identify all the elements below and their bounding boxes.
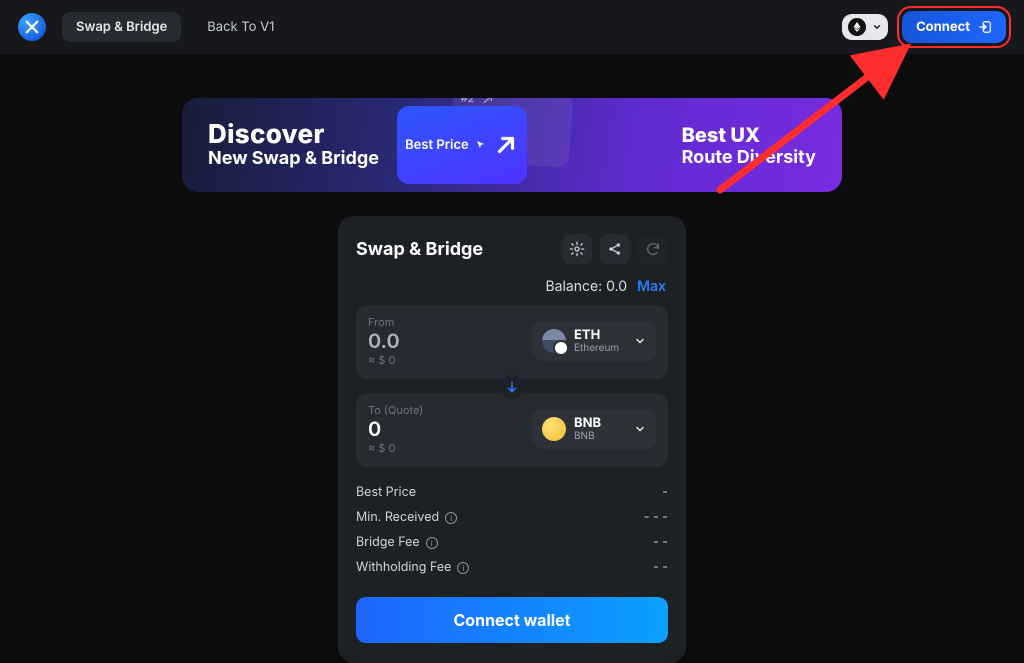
banner-right-1: Best UX [682, 123, 816, 147]
best-price-value: - [662, 485, 668, 500]
min-received-value: - - - [644, 510, 668, 525]
from-amount-input[interactable]: 0.0 [368, 331, 522, 351]
arrow-up-right-icon [493, 132, 519, 158]
to-row: To (Quote) 0 ≈ $ 0 BNB BNB [356, 393, 668, 467]
from-token-symbol: ETH [574, 329, 619, 343]
panel-title: Swap & Bridge [356, 239, 483, 260]
to-label: To (Quote) [368, 403, 522, 417]
from-usd: ≈ $ 0 [368, 353, 522, 367]
info-icon[interactable]: i [426, 537, 438, 549]
settings-button[interactable] [562, 234, 592, 264]
chevron-down-icon [634, 335, 646, 347]
bridge-fee-label: Bridge Fee [356, 535, 420, 550]
withholding-fee-value: - - [653, 560, 668, 575]
promo-banner[interactable]: Discover New Swap & Bridge #2 Best Price… [182, 98, 842, 192]
network-selector[interactable] [842, 14, 888, 40]
quote-meta: Best Price - Min. Received i - - - Bridge… [356, 485, 668, 575]
eth-icon [542, 329, 566, 353]
connect-button[interactable]: Connect [902, 11, 1006, 43]
best-price-label: Best Price [356, 485, 416, 500]
app-header: Swap & Bridge Back To V1 Connect [0, 0, 1024, 54]
logo-icon [23, 18, 41, 36]
info-icon[interactable]: i [445, 512, 457, 524]
to-token-symbol: BNB [574, 417, 601, 431]
refresh-button [638, 234, 668, 264]
refresh-icon [645, 241, 661, 257]
to-token-chain: BNB [574, 431, 601, 442]
gear-icon [569, 241, 585, 257]
banner-card-front: Best Price [397, 106, 527, 184]
from-row: From 0.0 ≈ $ 0 ETH Ethereum [356, 305, 668, 379]
bridge-fee-value: - - [653, 535, 668, 550]
ethereum-icon [848, 18, 866, 36]
to-token-selector[interactable]: BNB BNB [532, 409, 656, 449]
balance-value: Balance: 0.0 [545, 278, 627, 295]
banner-subtitle: New Swap & Bridge [208, 149, 379, 169]
swap-direction-button[interactable] [500, 375, 524, 399]
from-token-chain: Ethereum [574, 343, 619, 354]
to-amount: 0 [368, 419, 522, 439]
max-button[interactable]: Max [637, 278, 666, 295]
chevron-down-icon [634, 423, 646, 435]
banner-title: Discover [208, 121, 379, 150]
cursor-icon [475, 139, 487, 151]
app-logo[interactable] [18, 13, 46, 41]
swap-panel: Swap & Bridge Balance: 0.0 Max From 0.0 … [338, 216, 686, 663]
balance-row: Balance: 0.0 Max [358, 278, 666, 295]
share-icon [607, 241, 623, 257]
to-usd: ≈ $ 0 [368, 441, 522, 455]
min-received-label: Min. Received [356, 510, 439, 525]
share-button[interactable] [600, 234, 630, 264]
banner-right-2: Route Diversity [682, 147, 816, 168]
login-icon [978, 20, 992, 34]
info-icon[interactable]: i [457, 562, 469, 574]
nav-swap-bridge[interactable]: Swap & Bridge [62, 12, 181, 42]
connect-wallet-button[interactable]: Connect wallet [356, 597, 668, 643]
from-label: From [368, 315, 522, 329]
bnb-icon [542, 417, 566, 441]
connect-label: Connect [916, 19, 970, 35]
withholding-fee-label: Withholding Fee [356, 560, 451, 575]
chevron-down-icon [872, 22, 882, 32]
from-token-selector[interactable]: ETH Ethereum [532, 321, 656, 361]
arrow-down-icon [505, 380, 519, 394]
nav-back-to-v1[interactable]: Back To V1 [195, 12, 286, 42]
